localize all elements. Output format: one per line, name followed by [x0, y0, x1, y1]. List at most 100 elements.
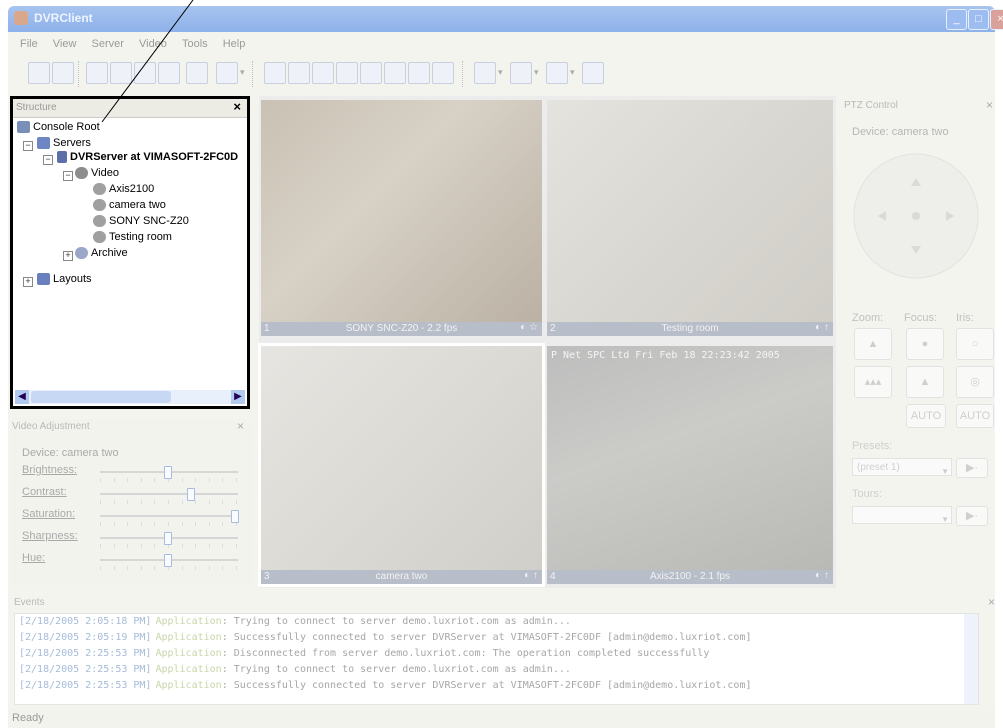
events-log[interactable]: [2/18/2005 2:05:18 PM] Application: Tryin…: [14, 613, 979, 705]
iris-open-button[interactable]: ○: [956, 328, 994, 360]
slider-thumb[interactable]: [231, 510, 239, 523]
tour-go-button[interactable]: ▶·: [956, 506, 988, 526]
scroll-left-icon[interactable]: ◀: [15, 390, 29, 404]
layout-custom-icon[interactable]: [432, 62, 454, 84]
tree-camera[interactable]: Testing room: [93, 231, 172, 244]
layout-2x2-icon[interactable]: [288, 62, 310, 84]
chevron-down-icon[interactable]: ▾: [534, 67, 539, 78]
cell-caption: camera two: [375, 571, 428, 582]
iris-auto-button[interactable]: AUTO: [956, 404, 994, 428]
video-cell[interactable]: 3 camera two ◐ ↑: [258, 343, 545, 587]
chevron-down-icon[interactable]: ▾: [498, 67, 503, 78]
close-button[interactable]: ×: [990, 9, 1003, 30]
save-icon[interactable]: [52, 62, 74, 84]
zoom-in-button[interactable]: ▲: [854, 328, 892, 360]
tree-server[interactable]: DVRServer at VIMASOFT-2FC0D: [57, 151, 238, 164]
menu-file[interactable]: File: [20, 38, 38, 50]
layout-1-5-icon[interactable]: [360, 62, 382, 84]
slider-thumb[interactable]: [164, 466, 172, 479]
iris-close-button[interactable]: ◎: [956, 366, 994, 398]
printer-icon[interactable]: [216, 62, 238, 84]
menu-server[interactable]: Server: [92, 38, 124, 50]
maximize-button[interactable]: □: [968, 9, 989, 30]
presets-select[interactable]: (preset 1) ▼: [852, 458, 952, 476]
toolbar: ▾ ▾ ▾ ▾: [20, 60, 780, 90]
tree-video[interactable]: Video: [75, 167, 119, 180]
slider-thumb[interactable]: [186, 488, 195, 501]
chevron-down-icon[interactable]: ▾: [570, 67, 575, 78]
ptz-icon[interactable]: [510, 62, 532, 84]
scrollbar-thumb[interactable]: [31, 391, 171, 403]
focus-auto-button[interactable]: AUTO: [906, 404, 946, 428]
scroll-right-icon[interactable]: ▶: [231, 390, 245, 404]
tree-archive[interactable]: Archive: [75, 247, 128, 260]
zoom-out-button[interactable]: ▴▴▴: [854, 366, 892, 398]
preset-go-button[interactable]: ▶·: [956, 458, 988, 478]
expand-toggle-icon[interactable]: −: [43, 155, 53, 165]
ptz-joystick[interactable]: [848, 148, 984, 284]
layout-1-12-icon[interactable]: [408, 62, 430, 84]
menu-help[interactable]: Help: [223, 38, 246, 50]
expand-toggle-icon[interactable]: −: [23, 141, 33, 151]
slider-track[interactable]: [100, 466, 238, 482]
close-icon[interactable]: ×: [233, 99, 241, 114]
menu-view[interactable]: View: [53, 38, 77, 50]
close-icon[interactable]: ×: [237, 419, 244, 433]
menu-video[interactable]: Video: [139, 38, 167, 50]
expand-toggle-icon[interactable]: −: [63, 171, 73, 181]
monitor-icon[interactable]: [474, 62, 496, 84]
video-cell[interactable]: P Net SPC Ltd Fri Feb 18 22:23:42 2005 4…: [547, 346, 833, 584]
focus-near-button[interactable]: ●: [906, 328, 944, 360]
slider-track[interactable]: [100, 532, 238, 548]
slider-tick: [127, 544, 129, 548]
video-cell[interactable]: 1 SONY SNC-Z20 - 2.2 fps ◐ ☆: [261, 100, 542, 336]
video-cell[interactable]: 2 Testing room ◐ ↑: [547, 100, 833, 336]
expand-toggle-icon[interactable]: +: [63, 251, 73, 261]
slider-tick: [113, 566, 115, 570]
event-source: Application: [155, 680, 222, 691]
record-icon[interactable]: [134, 62, 156, 84]
slider-thumb[interactable]: [164, 532, 172, 545]
tours-select[interactable]: ▼: [852, 506, 952, 524]
layouts-icon: [37, 273, 50, 286]
camera-icon: [93, 231, 106, 244]
window-icon[interactable]: [582, 62, 604, 84]
horizontal-scrollbar[interactable]: ◀ ▶: [15, 390, 245, 404]
slider-track[interactable]: [100, 510, 239, 526]
menu-tools[interactable]: Tools: [182, 38, 208, 50]
close-icon[interactable]: ×: [986, 98, 993, 112]
motion-icon[interactable]: [546, 62, 568, 84]
slider-tick: [195, 500, 197, 504]
slider-track[interactable]: [100, 488, 238, 504]
layout-1-7-icon[interactable]: [384, 62, 406, 84]
expand-toggle-icon[interactable]: +: [23, 277, 33, 287]
tree-servers[interactable]: Servers: [37, 137, 91, 150]
event-message: : Trying to connect to server demo.luxri…: [221, 664, 571, 675]
tree-console-root[interactable]: Console Root: [17, 121, 100, 134]
vertical-scrollbar[interactable]: [964, 614, 978, 704]
layout-1x1-icon[interactable]: [264, 62, 286, 84]
blank-icon[interactable]: [110, 62, 132, 84]
tree-camera[interactable]: SONY SNC-Z20: [93, 215, 189, 228]
tree-layouts[interactable]: Layouts: [37, 273, 92, 286]
chevron-down-icon[interactable]: ▾: [240, 67, 245, 78]
grid-icon[interactable]: [158, 62, 180, 84]
minimize-button[interactable]: _: [946, 9, 967, 30]
layout-4x4-icon[interactable]: [336, 62, 358, 84]
slider-tick: [127, 478, 129, 482]
page-icon[interactable]: [86, 62, 108, 84]
open-icon[interactable]: [28, 62, 50, 84]
slider-track[interactable]: [100, 554, 238, 570]
close-icon[interactable]: ×: [988, 595, 995, 609]
layout-3x3-icon[interactable]: [312, 62, 334, 84]
event-line: [2/18/2005 2:25:53 PM] Application: Tryin…: [19, 664, 571, 675]
fullscreen-icon[interactable]: [186, 62, 208, 84]
slider-tick: [140, 522, 142, 526]
focus-far-button[interactable]: ▲: [906, 366, 944, 398]
tree-camera[interactable]: camera two: [93, 199, 166, 212]
slider-thumb[interactable]: [164, 554, 172, 567]
slider-tick: [113, 500, 115, 504]
tree-camera[interactable]: Axis2100: [93, 183, 154, 196]
slider-tick: [127, 500, 129, 504]
title-bar[interactable]: DVRClient _ □ ×: [8, 6, 1003, 32]
